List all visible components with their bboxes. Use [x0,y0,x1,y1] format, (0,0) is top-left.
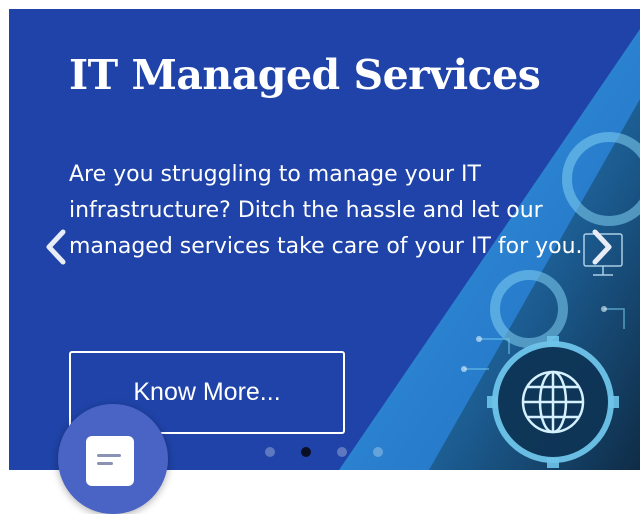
carousel-dot[interactable] [337,447,347,457]
carousel-dot[interactable] [265,447,275,457]
slide-title: IT Managed Services [69,51,541,99]
carousel-next-button[interactable] [585,227,619,267]
slide-description: Are you struggling to manage your IT inf… [69,162,583,259]
chevron-right-icon [592,229,612,265]
carousel-indicators [265,445,383,459]
chat-widget-button[interactable] [58,404,168,514]
carousel-dot[interactable] [301,447,311,457]
carousel-dot[interactable] [373,447,383,457]
carousel-prev-button[interactable] [39,227,73,267]
chevron-left-icon [46,229,66,265]
know-more-label: Know More... [133,378,281,406]
hero-slider: IT Managed Services Are you struggling t… [9,9,640,470]
